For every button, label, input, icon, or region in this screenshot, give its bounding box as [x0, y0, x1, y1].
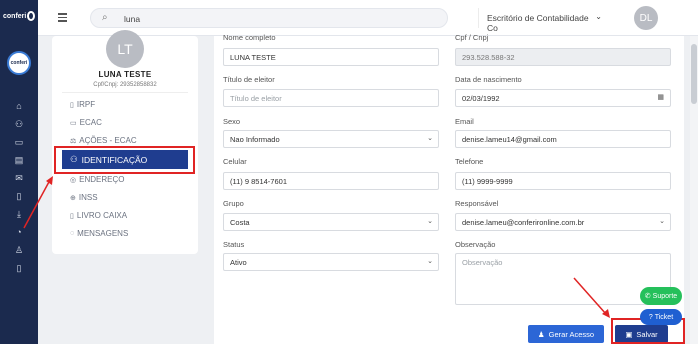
- menu-item-irpf[interactable]: ▯ IRPF: [70, 100, 95, 109]
- calendar-icon[interactable]: ▦: [657, 93, 664, 101]
- status-value: Ativo: [230, 258, 247, 267]
- observacao-label: Observação: [455, 240, 496, 249]
- user-plus-icon[interactable]: ♙: [12, 243, 26, 257]
- grupo-select[interactable]: Costa ⌄: [223, 213, 439, 231]
- office-select-value: Escritório de Contabilidade Co: [487, 13, 589, 33]
- page-scrollbar[interactable]: [690, 36, 698, 344]
- grupo-value: Costa: [230, 218, 250, 227]
- nascimento-field[interactable]: 02/03/1992 ▦: [455, 89, 671, 107]
- annotation-arrow-right: [573, 277, 610, 318]
- menu-item-ecac[interactable]: ▭ ECAC: [70, 118, 102, 127]
- pin-icon: ◎: [70, 176, 77, 184]
- status-select[interactable]: Ativo ⌄: [223, 253, 439, 271]
- cpf-field: 293.528.588-32: [455, 48, 671, 66]
- cpf-label: Cpf / Cnpj: [455, 33, 489, 42]
- ticket-button[interactable]: ? Ticket: [640, 309, 682, 325]
- user-icon: ♟: [537, 329, 545, 339]
- grupo-label: Grupo: [223, 199, 244, 208]
- profile-document: Cpf/Cnpj: 29352858832: [93, 82, 157, 88]
- profile-avatar: LT: [106, 30, 144, 68]
- sexo-value: Nao Informado: [230, 135, 280, 144]
- file-icon[interactable]: ▯: [12, 261, 26, 275]
- profile-name: LUNA TESTE: [98, 70, 152, 79]
- gerar-acesso-button[interactable]: ♟ Gerar Acesso: [528, 325, 604, 343]
- chevron-down-icon: ⌄: [427, 218, 433, 225]
- chevron-down-icon: ⌄: [427, 135, 433, 142]
- monitor-icon: ▭: [70, 119, 77, 127]
- nome-field[interactable]: LUNA TESTE: [223, 48, 439, 66]
- chevron-down-icon: ⌄: [595, 12, 602, 21]
- chat-icon: ◌: [70, 230, 75, 237]
- office-select[interactable]: Escritório de Contabilidade Co ⌄: [478, 8, 608, 33]
- status-label: Status: [223, 240, 245, 249]
- nascimento-label: Data de nascimento: [455, 75, 522, 84]
- menu-item-mensagens[interactable]: ◌ MENSAGENS: [70, 229, 128, 238]
- gavel-icon: ⚖: [70, 137, 77, 145]
- search-icon: ⌕: [102, 12, 108, 23]
- whatsapp-icon: ✆: [644, 293, 651, 300]
- email-label: Email: [455, 117, 474, 126]
- annotation-arrow-left: [23, 176, 53, 229]
- celular-label: Celular: [223, 157, 247, 166]
- telefone-field[interactable]: (11) 9999-9999: [455, 172, 671, 190]
- suporte-button[interactable]: ✆ Suporte: [640, 287, 682, 305]
- responsavel-value: denise.lameu@conferironline.com.br: [462, 218, 585, 227]
- file-icon: ▯: [70, 101, 74, 109]
- profile-card: LT LUNA TESTE Cpf/Cnpj: 29352858832 ▯ IRP…: [52, 30, 198, 254]
- observacao-textarea[interactable]: Observação: [455, 253, 671, 305]
- chevron-down-icon: ⌄: [659, 218, 665, 225]
- menu-item-endereco[interactable]: ◎ ENDEREÇO: [70, 175, 124, 184]
- users-icon[interactable]: ⚇: [12, 117, 26, 131]
- inbox-icon[interactable]: ▭: [12, 135, 26, 149]
- top-bar: ⌕ luna Escritório de Contabilidade Co ⌄ …: [38, 0, 698, 36]
- user-avatar[interactable]: DL: [634, 6, 658, 30]
- sexo-label: Sexo: [223, 117, 241, 126]
- brand-logo-circle: conferi: [7, 51, 31, 75]
- scrollbar-thumb[interactable]: [691, 44, 697, 104]
- celular-field[interactable]: (11) 9 8514-7601: [223, 172, 439, 190]
- titulo-label: Título de eleitor: [223, 75, 275, 84]
- telefone-label: Telefone: [455, 157, 484, 166]
- shield-icon: ⊕: [70, 194, 76, 202]
- nome-label: Nome completo: [223, 33, 276, 42]
- divider: [62, 92, 188, 93]
- help-icon: ?: [648, 313, 653, 321]
- home-icon[interactable]: ⌂: [12, 99, 26, 113]
- responsavel-label: Responsável: [455, 199, 499, 208]
- menu-toggle-icon[interactable]: [58, 13, 67, 22]
- sexo-select[interactable]: Nao Informado ⌄: [223, 130, 439, 148]
- responsavel-select[interactable]: denise.lameu@conferironline.com.br ⌄: [455, 213, 671, 231]
- annotation-highlight-menu: [54, 146, 195, 174]
- menu-item-livro-caixa[interactable]: ▯ LIVRO CAIXA: [70, 211, 127, 220]
- search-value: luna: [124, 14, 141, 24]
- nascimento-value: 02/03/1992: [462, 94, 500, 103]
- titulo-field[interactable]: Título de eleitor: [223, 89, 439, 107]
- search-input[interactable]: ⌕ luna: [90, 8, 448, 28]
- cards-icon[interactable]: ▤: [12, 153, 26, 167]
- left-sidebar: conferi conferi ⌂ ⚇ ▭ ▤ ✉ ▯ ⤓ ◔ ♙ ▯: [0, 0, 38, 344]
- brand-logo[interactable]: conferi: [3, 9, 35, 23]
- menu-item-inss[interactable]: ⊕ INSS: [70, 193, 98, 202]
- chevron-down-icon: ⌄: [427, 258, 433, 265]
- menu-item-acoes-ecac[interactable]: ⚖ AÇÕES - ECAC: [70, 136, 137, 145]
- email-field[interactable]: denise.lameu14@gmail.com: [455, 130, 671, 148]
- book-icon: ▯: [70, 212, 74, 220]
